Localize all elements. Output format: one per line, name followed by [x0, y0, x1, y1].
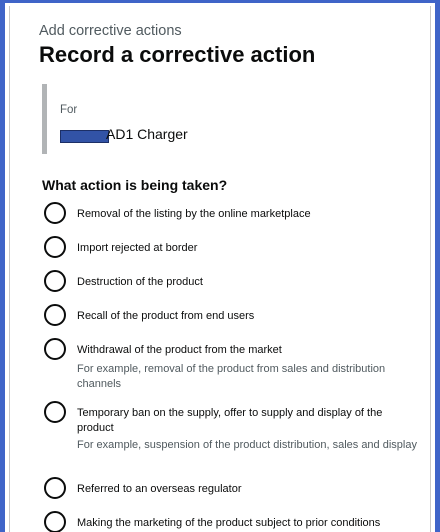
question-legend: What action is being taken? — [42, 177, 228, 193]
radio-hint-withdrawal: For example, removal of the product from… — [77, 363, 386, 390]
page-title: Record a corrective action — [39, 42, 316, 67]
radio-withdrawal[interactable] — [44, 338, 66, 360]
page-caption: Add corrective actions — [39, 23, 182, 39]
radio-label-overseas-regulator[interactable]: Referred to an overseas regulator — [77, 482, 417, 497]
inset-border — [42, 84, 47, 154]
page-content: Add corrective actions Record a correcti… — [9, 6, 431, 532]
radio-label-import-rejected[interactable]: Import rejected at border — [77, 241, 417, 256]
radio-label-recall[interactable]: Recall of the product from end users — [77, 309, 417, 324]
radio-label-temporary-ban[interactable]: Temporary ban on the supply, offer to su… — [77, 406, 417, 436]
radio-temporary-ban[interactable] — [44, 401, 66, 423]
product-name: AD1 Charger — [106, 126, 188, 142]
radio-label-destruction[interactable]: Destruction of the product — [77, 275, 417, 290]
radio-import-rejected[interactable] — [44, 236, 66, 258]
radio-label-prior-conditions[interactable]: Making the marketing of the product subj… — [77, 516, 417, 531]
radio-destruction[interactable] — [44, 270, 66, 292]
radio-prior-conditions[interactable] — [44, 511, 66, 532]
for-label: For — [60, 104, 78, 116]
radio-overseas-regulator[interactable] — [44, 477, 66, 499]
radio-hint-temporary-ban: For example, suspension of the product d… — [77, 439, 417, 451]
radio-removal-listing[interactable] — [44, 202, 66, 224]
radio-label-removal-listing[interactable]: Removal of the listing by the online mar… — [77, 207, 417, 222]
window-frame: Add corrective actions Record a correcti… — [0, 0, 440, 532]
radio-recall[interactable] — [44, 304, 66, 326]
radio-label-withdrawal[interactable]: Withdrawal of the product from the marke… — [77, 343, 417, 358]
redacted-block — [60, 130, 109, 143]
